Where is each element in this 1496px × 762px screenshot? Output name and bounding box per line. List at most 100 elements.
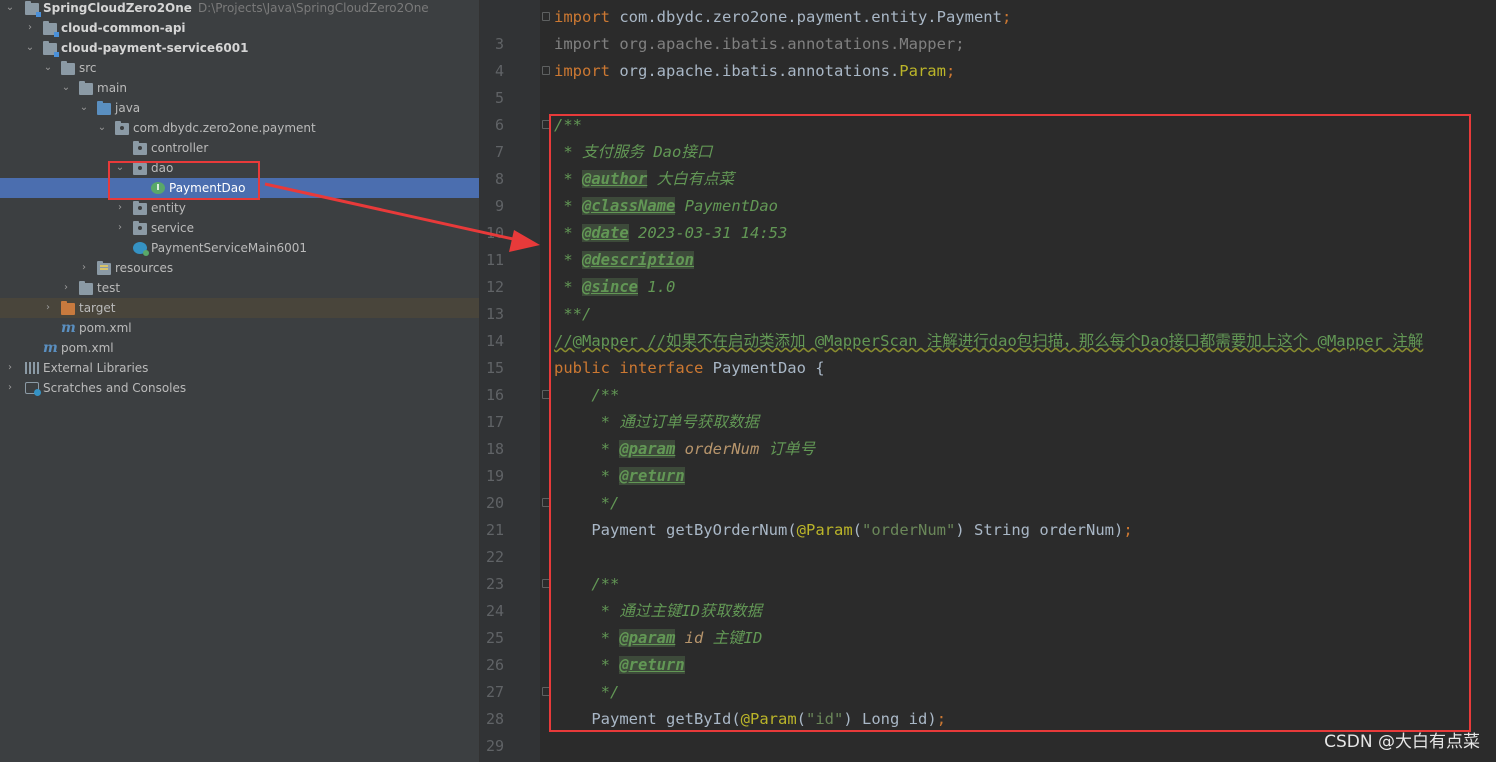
- doc-comment: * 支付服务 Dao接口: [554, 143, 713, 161]
- chevron-right-icon[interactable]: ›: [78, 258, 90, 278]
- doc-text: PaymentDao: [675, 197, 778, 215]
- chevron-right-icon[interactable]: ›: [24, 18, 36, 38]
- chevron-down-icon[interactable]: ⌄: [78, 98, 90, 118]
- code-line[interactable]: 28 */: [480, 679, 1496, 728]
- tree-item-service[interactable]: › service: [0, 218, 479, 238]
- code-line[interactable]: 16 public interface PaymentDao {: [480, 355, 1496, 404]
- chevron-down-icon[interactable]: ⌄: [114, 158, 126, 178]
- chevron-right-icon[interactable]: ›: [42, 298, 54, 318]
- tree-item-project-root[interactable]: ⌄ SpringCloudZero2One D:\Projects\Java\Sp…: [0, 0, 479, 18]
- semicolon: ;: [1001, 8, 1012, 26]
- semicolon: ;: [1123, 521, 1133, 539]
- chevron-down-icon[interactable]: ⌄: [60, 78, 72, 98]
- code-line[interactable]: 20 * @return: [480, 463, 1496, 512]
- tree-item-main-class[interactable]: PaymentServiceMain6001: [0, 238, 479, 258]
- tree-item-label: External Libraries: [43, 361, 149, 375]
- chevron-right-icon[interactable]: ›: [4, 378, 16, 398]
- tree-item-external-libraries[interactable]: › External Libraries: [0, 358, 479, 378]
- package-icon: [133, 161, 147, 175]
- doc-tag: @since: [582, 278, 638, 296]
- chevron-down-icon[interactable]: ⌄: [24, 38, 36, 58]
- doc-comment: /**: [554, 116, 582, 134]
- chevron-right-icon[interactable]: ›: [60, 278, 72, 298]
- code-line[interactable]: 4 import org.apache.ibatis.annotations.M…: [480, 31, 1496, 80]
- doc-comment: * 通过主键ID获取数据: [554, 602, 762, 620]
- tree-item-label: Scratches and Consoles: [43, 381, 187, 395]
- param-name: orderNum: [1039, 521, 1114, 539]
- code-line[interactable]: 9 * @author 大白有点菜: [480, 166, 1496, 215]
- fold-marker-icon[interactable]: [542, 390, 550, 399]
- tree-item-cloud-payment-service6001[interactable]: ⌄ cloud-payment-service6001: [0, 38, 479, 58]
- code-line[interactable]: 22 Payment getByOrderNum(@Param("orderNu…: [480, 517, 1496, 566]
- code-line[interactable]: 19 * @param orderNum 订单号: [480, 436, 1496, 485]
- doc-comment: /**: [554, 575, 620, 593]
- package-icon: [133, 221, 147, 235]
- code-line[interactable]: 6: [480, 85, 1496, 134]
- tree-item-module-pom[interactable]: m pom.xml: [0, 318, 479, 338]
- fold-marker-icon[interactable]: [542, 66, 550, 75]
- code-line[interactable]: 3 import com.dbydc.zero2one.payment.enti…: [480, 4, 1496, 53]
- fold-marker-icon[interactable]: [542, 498, 550, 507]
- tree-item-root-pom[interactable]: m pom.xml: [0, 338, 479, 358]
- tree-item-label: com.dbydc.zero2one.payment: [133, 121, 316, 135]
- code-line[interactable]: 10 * @className PaymentDao: [480, 193, 1496, 242]
- code-line[interactable]: 14 **/: [480, 301, 1496, 350]
- code-line[interactable]: 11 * @date 2023-03-31 14:53: [480, 220, 1496, 269]
- return-type: Payment: [554, 521, 666, 539]
- tree-item-src[interactable]: ⌄ src: [0, 58, 479, 78]
- doc-comment: /**: [554, 386, 620, 404]
- tree-item-resources[interactable]: › resources: [0, 258, 479, 278]
- chevron-right-icon[interactable]: ›: [4, 358, 16, 378]
- tree-item-entity[interactable]: › entity: [0, 198, 479, 218]
- tree-item-scratches[interactable]: › Scratches and Consoles: [0, 378, 479, 398]
- paren: (: [787, 521, 797, 539]
- chevron-down-icon[interactable]: ⌄: [96, 118, 108, 138]
- code-line[interactable]: 12 * @description: [480, 247, 1496, 296]
- tree-item-package[interactable]: ⌄ com.dbydc.zero2one.payment: [0, 118, 479, 138]
- paren: (: [731, 710, 741, 728]
- fold-marker-icon[interactable]: [542, 12, 550, 21]
- fold-marker-icon[interactable]: [542, 579, 550, 588]
- chevron-down-icon[interactable]: ⌄: [4, 0, 16, 18]
- code-line[interactable]: 18 * 通过订单号获取数据: [480, 409, 1496, 458]
- code-line[interactable]: 26 * @param id 主键ID: [480, 625, 1496, 674]
- keyword: import: [554, 62, 610, 80]
- doc-text: 主键ID: [703, 629, 763, 647]
- tree-item-dao[interactable]: ⌄ dao: [0, 158, 479, 178]
- code-line[interactable]: 13 * @since 1.0: [480, 274, 1496, 323]
- code-line[interactable]: 7 /**: [480, 112, 1496, 161]
- folder-icon: [25, 1, 41, 17]
- tree-item-test[interactable]: › test: [0, 278, 479, 298]
- code-line[interactable]: 8 * 支付服务 Dao接口: [480, 139, 1496, 188]
- code-line[interactable]: 25 * 通过主键ID获取数据: [480, 598, 1496, 647]
- tree-item-paymentdao[interactable]: I PaymentDao: [0, 178, 479, 198]
- tree-item-target[interactable]: › target: [0, 298, 479, 318]
- paren: ): [1113, 521, 1124, 539]
- paren: ): [927, 710, 937, 728]
- tree-item-controller[interactable]: controller: [0, 138, 479, 158]
- tree-item-main[interactable]: ⌄ main: [0, 78, 479, 98]
- code-line[interactable]: 24 /**: [480, 571, 1496, 620]
- code-line[interactable]: 23: [480, 544, 1496, 593]
- fold-marker-icon[interactable]: [542, 120, 550, 129]
- chevron-right-icon[interactable]: ›: [114, 218, 126, 238]
- code-line[interactable]: 15 //@Mapper //如果不在启动类添加 @MapperScan 注解进…: [480, 328, 1496, 377]
- annotation: @Param: [740, 710, 797, 728]
- code-line[interactable]: 17 /**: [480, 382, 1496, 431]
- folder-icon: [43, 41, 59, 57]
- doc-tag: @date: [582, 224, 629, 242]
- library-icon: [25, 362, 39, 374]
- fold-marker-icon[interactable]: [542, 687, 550, 696]
- chevron-right-icon[interactable]: ›: [114, 198, 126, 218]
- code-line[interactable]: 27 * @return: [480, 652, 1496, 701]
- tree-item-java[interactable]: ⌄ java: [0, 98, 479, 118]
- code-line[interactable]: 21 */: [480, 490, 1496, 539]
- spring-boot-class-icon: [133, 242, 149, 256]
- tree-item-cloud-common-api[interactable]: › cloud-common-api: [0, 18, 479, 38]
- tree-item-label: java: [115, 101, 141, 115]
- tree-item-label: test: [97, 281, 121, 295]
- code-line[interactable]: 5 import org.apache.ibatis.annotations.P…: [480, 58, 1496, 107]
- project-tool-window: ⌄ SpringCloudZero2One D:\Projects\Java\Sp…: [0, 0, 479, 762]
- code-editor[interactable]: 3 import com.dbydc.zero2one.payment.enti…: [480, 0, 1496, 762]
- chevron-down-icon[interactable]: ⌄: [42, 58, 54, 78]
